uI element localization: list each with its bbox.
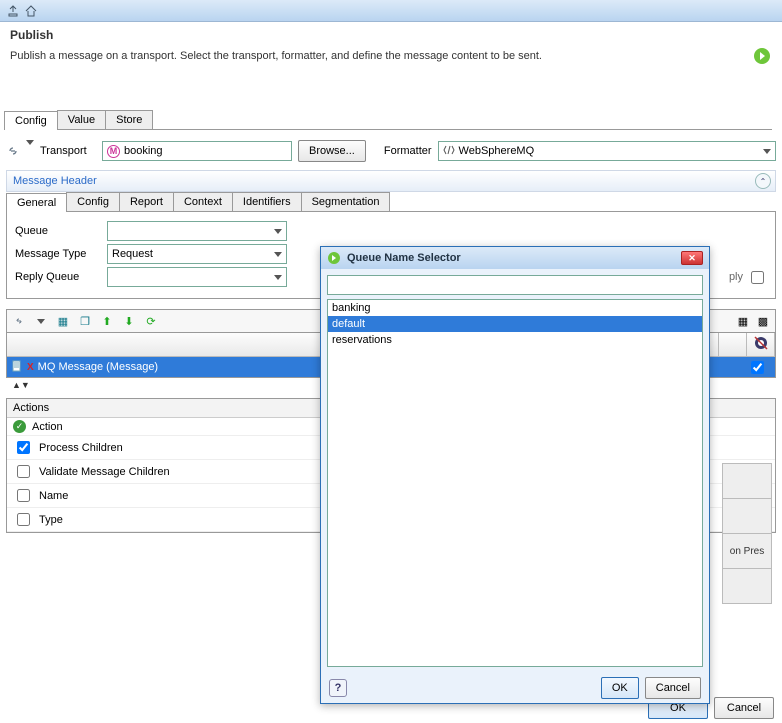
tab-value[interactable]: Value <box>57 110 106 129</box>
mq-icon: M <box>107 145 120 158</box>
tab-config-inner[interactable]: Config <box>66 192 120 211</box>
new-icon[interactable]: ▦ <box>55 313 71 329</box>
queue-name-selector-dialog: Queue Name Selector ✕ banking default re… <box>320 246 710 704</box>
chevron-down-icon <box>274 229 282 234</box>
message-row-checkbox[interactable] <box>751 361 764 374</box>
action-checkbox[interactable] <box>17 441 30 454</box>
down-icon[interactable]: ⬇ <box>121 313 137 329</box>
tab-store[interactable]: Store <box>105 110 153 129</box>
message-type-label: Message Type <box>15 248 101 260</box>
reply-queue-label: Reply Queue <box>15 271 101 283</box>
reply-queue-combo[interactable] <box>107 267 287 287</box>
section-title: Message Header <box>13 175 97 187</box>
tab-config[interactable]: Config <box>4 111 58 130</box>
dropdown-caret-icon[interactable] <box>26 145 34 157</box>
action-checkbox[interactable] <box>17 465 30 478</box>
grid-detail-icon[interactable]: ▩ <box>755 313 771 329</box>
action-column-label: Action <box>32 421 63 433</box>
collapse-button[interactable]: ⌃ <box>755 173 771 189</box>
tab-context[interactable]: Context <box>173 192 233 211</box>
formatter-value: WebSphereMQ <box>459 145 535 157</box>
action-checkbox[interactable] <box>17 513 30 526</box>
chevron-down-icon <box>763 149 771 154</box>
main-tabs: Config Value Store <box>4 110 772 130</box>
action-label: Process Children <box>39 442 123 454</box>
caret-icon[interactable] <box>33 313 49 329</box>
cancel-button[interactable]: Cancel <box>714 697 774 719</box>
queue-item-default[interactable]: default <box>328 316 702 332</box>
transport-input[interactable]: M booking <box>102 141 292 161</box>
header-tabs: General Config Report Context Identifier… <box>6 192 776 212</box>
queue-filter-input[interactable] <box>327 275 703 295</box>
dialog-titlebar[interactable]: Queue Name Selector ✕ <box>321 247 709 269</box>
dialog-cancel-button[interactable]: Cancel <box>645 677 701 699</box>
link-icon[interactable] <box>11 313 27 329</box>
queue-list[interactable]: banking default reservations <box>327 299 703 667</box>
message-header-section: Message Header ⌃ <box>6 170 776 192</box>
home-icon[interactable] <box>24 4 38 18</box>
tab-report[interactable]: Report <box>119 192 174 211</box>
reply-extra-checkbox[interactable] <box>751 271 764 284</box>
window-titlebar <box>0 0 782 22</box>
queue-label: Queue <box>15 225 101 237</box>
chevron-down-icon <box>274 252 282 257</box>
tab-identifiers[interactable]: Identifiers <box>232 192 302 211</box>
dialog-ok-button[interactable]: OK <box>601 677 639 699</box>
run-icon[interactable] <box>752 46 772 66</box>
message-type-combo[interactable]: Request <box>107 244 287 264</box>
up-icon[interactable]: ⬆ <box>99 313 115 329</box>
extra-column-1[interactable] <box>719 333 747 356</box>
transport-label: Transport <box>40 145 96 157</box>
tab-general[interactable]: General <box>6 193 67 212</box>
export-icon[interactable] <box>6 4 20 18</box>
tab-segmentation[interactable]: Segmentation <box>301 192 391 211</box>
reply-extra-label: ply <box>729 271 743 283</box>
queue-item-reservations[interactable]: reservations <box>328 332 702 348</box>
refresh-icon[interactable]: ⟳ <box>143 313 159 329</box>
help-icon[interactable]: ? <box>329 679 347 697</box>
dialog-icon <box>327 251 341 265</box>
copy-icon[interactable]: ❐ <box>77 313 93 329</box>
action-label: Validate Message Children <box>39 466 170 478</box>
dialog-title: Queue Name Selector <box>347 252 461 264</box>
action-label: Type <box>39 514 63 526</box>
close-icon[interactable]: ✕ <box>681 251 703 265</box>
xml-icon <box>443 144 455 159</box>
doc-icon <box>11 360 23 375</box>
extra-column-2[interactable] <box>747 333 775 356</box>
page-description: Publish a message on a transport. Select… <box>10 50 744 62</box>
message-row-text: MQ Message (Message) <box>38 361 158 373</box>
action-label: Name <box>39 490 68 502</box>
grid-view-icon[interactable]: ▦ <box>735 313 751 329</box>
page-title: Publish <box>10 28 772 42</box>
transport-value: booking <box>124 145 163 157</box>
action-checkbox[interactable] <box>17 489 30 502</box>
link-icon[interactable] <box>6 144 20 158</box>
browse-button[interactable]: Browse... <box>298 140 366 162</box>
obscured-cell-text: on Pres <box>722 533 772 569</box>
obscured-column: on Pres <box>722 463 772 603</box>
chevron-down-icon <box>274 275 282 280</box>
queue-item-banking[interactable]: banking <box>328 300 702 316</box>
error-icon: X <box>27 362 34 373</box>
check-icon: ✓ <box>13 420 26 433</box>
queue-combo[interactable] <box>107 221 287 241</box>
formatter-label: Formatter <box>384 145 432 157</box>
message-type-value: Request <box>112 248 153 260</box>
formatter-select[interactable]: WebSphereMQ <box>438 141 776 161</box>
